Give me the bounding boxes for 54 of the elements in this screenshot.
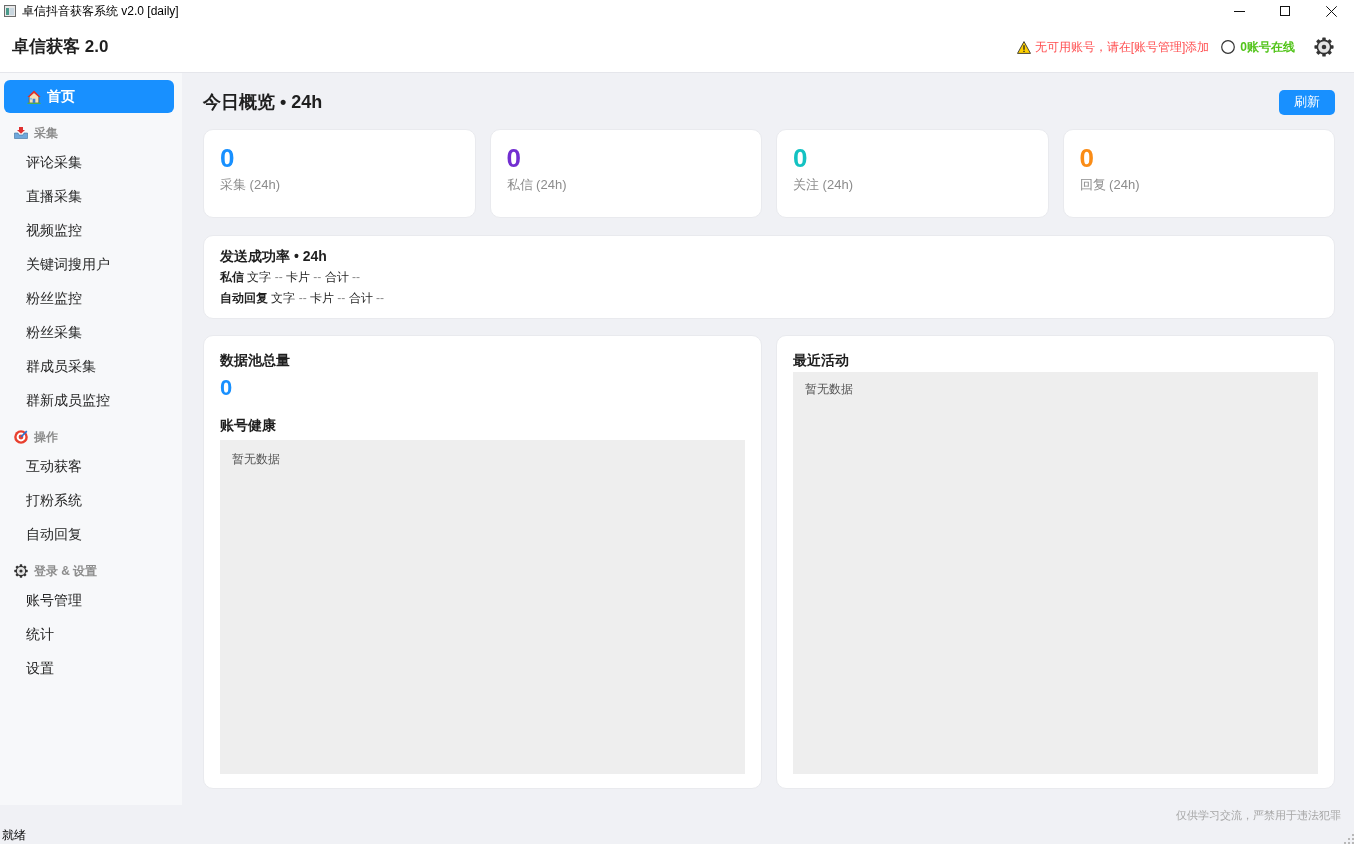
- sidebar-item[interactable]: 关键词搜用户: [4, 247, 174, 281]
- window-title: 卓信抖音获客系统 v2.0 [daily]: [22, 3, 179, 19]
- sidebar-item[interactable]: 直播采集: [4, 179, 174, 213]
- empty-state-text: 暂无数据: [805, 381, 853, 397]
- stat-value: 0: [1079, 142, 1094, 174]
- stat-label: 私信 (24h): [506, 176, 567, 194]
- gear-icon: [14, 564, 28, 578]
- stat-value: 0: [220, 142, 235, 174]
- sidebar-item[interactable]: 评论采集: [4, 145, 174, 179]
- close-icon: [1325, 5, 1337, 17]
- success-rate-line: 私信 文字 -- 卡片 -- 合计 --: [220, 269, 360, 286]
- minimize-icon: [1233, 10, 1245, 12]
- sidebar-section-title: 登录 & 设置: [34, 563, 98, 580]
- sidebar-item[interactable]: 打粉系统: [4, 483, 174, 517]
- settings-button[interactable]: [1314, 37, 1334, 57]
- house-icon: [27, 89, 41, 104]
- stat-label: 采集 (24h): [220, 176, 280, 194]
- stat-label: 关注 (24h): [793, 176, 853, 194]
- status-circle-icon: [1221, 40, 1236, 54]
- sidebar-item[interactable]: 互动获客: [4, 449, 174, 483]
- sidebar-section-title: 采集: [34, 125, 58, 142]
- settings-icon: [1314, 37, 1334, 57]
- sidebar-item[interactable]: 账号管理: [4, 583, 174, 617]
- card-title: 发送成功率 • 24h: [220, 247, 327, 266]
- stat-label: 回复 (24h): [1079, 176, 1140, 194]
- sidebar-section-title: 操作: [34, 429, 58, 446]
- sidebar-item[interactable]: 粉丝采集: [4, 315, 174, 349]
- app-icon: [4, 5, 16, 17]
- sidebar-item[interactable]: 粉丝监控: [4, 281, 174, 315]
- stat-value: 0: [793, 142, 808, 174]
- card-title: 最近活动: [793, 351, 849, 370]
- sidebar-item[interactable]: 群成员采集: [4, 349, 174, 383]
- sidebar-item[interactable]: 视频监控: [4, 213, 174, 247]
- success-rate-line: 自动回复 文字 -- 卡片 -- 合计 --: [220, 290, 384, 307]
- card-title: 数据池总量: [220, 351, 290, 370]
- app-title: 卓信获客 2.0: [12, 36, 109, 58]
- overview-title: 今日概览 • 24h: [203, 90, 323, 114]
- maximize-icon: [1280, 6, 1290, 16]
- card-title: 账号健康: [220, 416, 276, 435]
- sidebar-item[interactable]: 自动回复: [4, 517, 174, 551]
- warning-text: 无可用账号，请在[账号管理]添加: [1034, 39, 1210, 56]
- data-pool-value: 0: [220, 375, 233, 401]
- status-text: 就绪: [2, 826, 26, 844]
- disclaimer-text: 仅供学习交流，严禁用于违法犯罪: [1176, 807, 1341, 823]
- stat-value: 0: [506, 142, 521, 174]
- sidebar-item[interactable]: 设置: [4, 651, 174, 685]
- warning-icon: [1016, 40, 1031, 54]
- resize-grip-icon[interactable]: [1344, 833, 1354, 844]
- inbox-download-icon: [14, 127, 28, 139]
- target-icon: [14, 430, 28, 444]
- online-status-text: 0账号在线: [1240, 39, 1295, 56]
- sidebar-item[interactable]: 统计: [4, 617, 174, 651]
- empty-state-text: 暂无数据: [232, 451, 280, 467]
- sidebar-item[interactable]: 群新成员监控: [4, 383, 174, 417]
